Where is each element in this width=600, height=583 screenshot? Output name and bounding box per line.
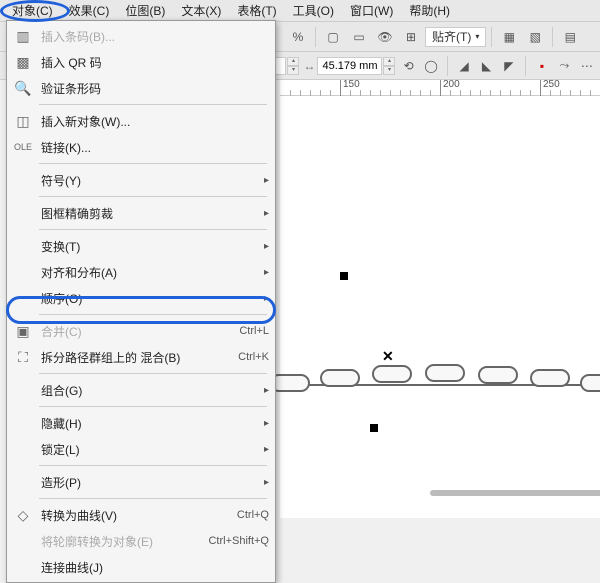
submenu-arrow-icon: ▸ [256,208,269,219]
menu-bitmap[interactable]: 位图(B) [117,0,173,21]
menubar: 对象(C) 效果(C) 位图(B) 文本(X) 表格(T) 工具(O) 窗口(W… [0,0,600,22]
chain-link [425,364,465,382]
prop-input-spacing[interactable] [317,57,382,75]
spacing-icon: ↔ [303,59,315,73]
menu-table[interactable]: 表格(T) [229,0,284,21]
toolbar-launch-icon[interactable]: ▤ [558,25,582,49]
prop-direction-icon[interactable]: ⟲ [399,55,417,77]
submenu-arrow-icon: ▸ [256,241,269,252]
prop-more-icon[interactable]: ⋯ [578,55,596,77]
menu-convert-outline: 将轮廓转换为对象(E) Ctrl+Shift+Q [7,528,275,554]
menu-tools[interactable]: 工具(O) [285,0,342,21]
submenu-arrow-icon: ▸ [256,444,269,455]
submenu-arrow-icon: ▸ [256,418,269,429]
toolbar-misc1-icon[interactable]: ▦ [497,25,521,49]
selection-handle[interactable] [340,272,348,280]
prop-path-icon[interactable]: ⤳ [555,55,573,77]
menu-hide[interactable]: 隐藏(H) ▸ [7,410,275,436]
menu-convert-curves[interactable]: ◇ 转换为曲线(V) Ctrl+Q [7,502,275,528]
chain-link [530,369,570,387]
toolbar-window-icon[interactable]: ▢ [321,25,345,49]
stepper-spacing[interactable]: ▴▾ [383,57,395,75]
menu-link[interactable]: OLE 链接(K)... [7,134,275,160]
menu-order[interactable]: 顺序(O) ▸ [7,285,275,311]
menu-window[interactable]: 窗口(W) [342,0,401,21]
prop-loop-icon[interactable]: ◯ [422,55,440,77]
menu-powerclip[interactable]: 图框精确剪裁 ▸ [7,200,275,226]
submenu-arrow-icon: ▸ [256,293,269,304]
chain-link [372,365,412,383]
magnify-icon: 🔍 [11,78,35,98]
curves-icon: ◇ [11,505,35,525]
ole-new-icon: ◫ [11,111,35,131]
prop-accel1-icon[interactable]: ◢ [455,55,473,77]
menu-combine: ▣ 合并(C) Ctrl+L [7,318,275,344]
combine-icon: ▣ [11,321,35,341]
canvas[interactable]: ✕ [280,80,600,518]
toolbar-grid-icon[interactable]: ⊞ [399,25,423,49]
menu-lock[interactable]: 锁定(L) ▸ [7,436,275,462]
snap-label: 贴齐(T) [432,28,471,45]
ole-link-icon: OLE [11,137,35,157]
chain-link [580,374,600,392]
menu-transform[interactable]: 变换(T) ▸ [7,233,275,259]
menu-insert-barcode: ▥ 插入条码(B)... [7,23,275,49]
prop-spacing: ↔ ▴▾ [303,57,395,75]
toolbar-eye-icon[interactable]: 👁 [373,25,397,49]
ruler-horizontal: 150 200 250 [280,80,600,96]
submenu-arrow-icon: ▸ [256,477,269,488]
prop-accel3-icon[interactable]: ◤ [500,55,518,77]
stepper-steps[interactable]: ▴▾ [287,57,299,75]
break-apart-icon: ⛶ [11,347,35,367]
menu-insert-new-object[interactable]: ◫ 插入新对象(W)... [7,108,275,134]
prop-color-icon[interactable]: ▪ [533,55,551,77]
submenu-arrow-icon: ▸ [256,267,269,278]
barcode-icon: ▥ [11,26,35,46]
prop-accel2-icon[interactable]: ◣ [477,55,495,77]
qr-icon: ▩ [11,52,35,72]
submenu-arrow-icon: ▸ [256,175,269,186]
menu-effects[interactable]: 效果(C) [61,0,118,21]
chain-link [320,369,360,387]
chain-link [478,366,518,384]
toolbar-snap-dropdown[interactable]: 贴齐(T) ▾ [425,27,486,47]
toolbar-page-icon[interactable]: ▭ [347,25,371,49]
menu-shaping[interactable]: 造形(P) ▸ [7,469,275,495]
menu-text[interactable]: 文本(X) [173,0,229,21]
chain-link [270,374,310,392]
menu-align-distribute[interactable]: 对齐和分布(A) ▸ [7,259,275,285]
guide-line [430,490,600,496]
menu-help[interactable]: 帮助(H) [401,0,458,21]
object-menu: ▥ 插入条码(B)... ▩ 插入 QR 码 🔍 验证条形码 ◫ 插入新对象(W… [6,20,276,583]
menu-break-apart[interactable]: ⛶ 拆分路径群组上的 混合(B) Ctrl+K [7,344,275,370]
menu-insert-qr[interactable]: ▩ 插入 QR 码 [7,49,275,75]
menu-object[interactable]: 对象(C) [4,0,61,21]
selection-handle[interactable] [370,424,378,432]
menu-verify-barcode[interactable]: 🔍 验证条形码 [7,75,275,101]
menu-group[interactable]: 组合(G) ▸ [7,377,275,403]
menu-symbol[interactable]: 符号(Y) ▸ [7,167,275,193]
toolbar-percent-icon[interactable]: % [286,25,310,49]
toolbar-misc2-icon[interactable]: ▧ [523,25,547,49]
menu-connect-curves[interactable]: 连接曲线(J) [7,554,275,580]
selection-center-icon: ✕ [382,348,394,365]
submenu-arrow-icon: ▸ [256,385,269,396]
